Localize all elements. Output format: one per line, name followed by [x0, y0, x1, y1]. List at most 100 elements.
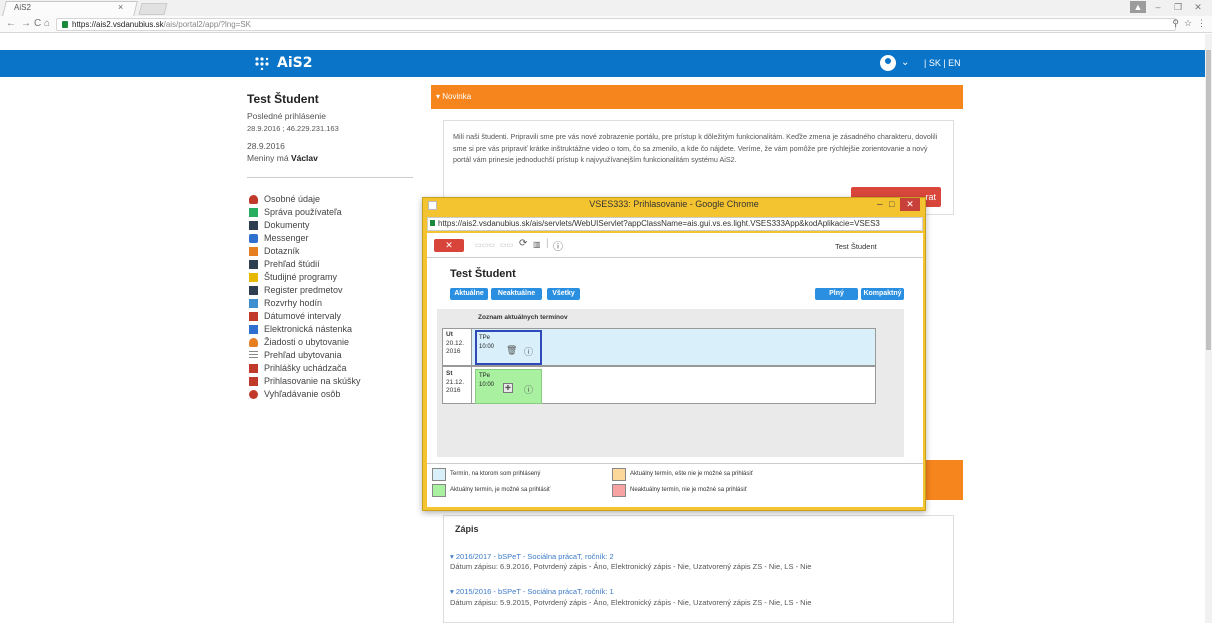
menu-item-prihlasovanie-na-skusky[interactable]: Prihlasovanie na skúšky: [249, 375, 361, 387]
forward-icon[interactable]: →: [21, 18, 31, 29]
legend-text: Neaktuálny termín, nie je možné sa prihl…: [630, 487, 747, 493]
profile-icon[interactable]: ▲: [1130, 1, 1146, 13]
enrollment-link[interactable]: ▾ 2016/2017 - bSPeT - Sociálna prácaT, r…: [450, 552, 614, 561]
menu-item-prehlad-studii[interactable]: Prehľad štúdií: [249, 258, 320, 270]
news-header[interactable]: [431, 85, 963, 109]
extension-icon[interactable]: ⚲: [1172, 18, 1179, 29]
add-icon[interactable]: ✚: [503, 383, 513, 393]
menu-item-rozvrhy-hodin[interactable]: Rozvrhy hodín: [249, 297, 322, 309]
term-time: 10:00: [479, 382, 495, 388]
info-icon[interactable]: ⓘ: [553, 238, 563, 253]
view-compact-button[interactable]: Kompaktný: [861, 288, 904, 300]
url-input[interactable]: https://ais2.vsdanubius.sk/ais/portal2/a…: [56, 18, 1176, 31]
trash-icon[interactable]: 🗑: [506, 345, 517, 356]
popup-title: VSES333: Prihlasovanie - Google Chrome: [589, 199, 759, 209]
page-scrollbar-thumb[interactable]: [1206, 50, 1211, 350]
chart-icon[interactable]: ▥: [533, 240, 541, 249]
noticeboard-icon: [249, 324, 258, 334]
calendar-icon: [249, 298, 258, 308]
address-right-icons: ⚲ ☆ ⋮: [1172, 18, 1206, 29]
language-switcher[interactable]: | SK | EN: [924, 58, 961, 68]
close-icon[interactable]: ✕: [900, 198, 920, 211]
last-login-value: 28.9.2016 ; 46.229.231.163: [247, 124, 339, 133]
menu-icon[interactable]: ⋮: [1197, 18, 1206, 29]
terms-list-title: Zoznam aktuálnych termínov: [478, 314, 568, 321]
document-icon: [249, 220, 258, 230]
browser-tab-title[interactable]: AiS2: [14, 3, 31, 12]
date-range-icon: [249, 311, 258, 321]
users-icon: [249, 207, 258, 217]
url-text[interactable]: https://ais2.vsdanubius.sk/ais/portal2/a…: [72, 20, 251, 29]
user-avatar-head: [885, 58, 891, 64]
person-icon: [249, 194, 258, 204]
info-icon[interactable]: ⓘ: [524, 345, 533, 358]
exam-icon: [249, 376, 258, 386]
menu-item-messenger[interactable]: Messenger: [249, 232, 309, 244]
orange-section-header[interactable]: [920, 460, 963, 500]
minimize-icon[interactable]: –: [1150, 1, 1166, 13]
disabled-toolbar-icon: ▭▭: [500, 242, 514, 249]
close-button[interactable]: ✕: [434, 239, 464, 252]
day-year: 2016: [446, 387, 461, 394]
questionnaire-icon: [249, 246, 258, 256]
menu-item-datumove-intervaly[interactable]: Dátumové intervaly: [249, 310, 341, 322]
maximize-icon[interactable]: □: [889, 199, 894, 209]
toolbar-separator: |: [546, 238, 549, 249]
view-full-button[interactable]: Plný: [815, 288, 858, 300]
register-icon: [249, 285, 258, 295]
home-icon[interactable]: ⌂: [44, 18, 50, 29]
star-icon[interactable]: ☆: [1184, 18, 1192, 29]
day-year: 2016: [446, 348, 461, 355]
close-icon[interactable]: ✕: [1190, 1, 1206, 13]
new-tab-button[interactable]: [138, 3, 168, 15]
legend-swatch: [432, 468, 446, 481]
popup-url-bar[interactable]: https://ais2.vsdanubius.sk/ais/servlets/…: [427, 217, 923, 231]
legend-text: Aktuálny termín, je možné sa prihlásiť: [450, 487, 551, 493]
logo-dots-icon: [255, 57, 269, 70]
day-name: Ut: [446, 331, 453, 338]
window-controls: ▲ – ❐ ✕: [1130, 1, 1206, 13]
menu-item-sprava-pouzivatela[interactable]: Správa používateľa: [249, 206, 342, 218]
menu-item-vyhladavanie-osob[interactable]: Vyhľadávanie osôb: [249, 388, 340, 400]
lock-icon: [430, 220, 435, 226]
filter-all-button[interactable]: Všetky: [547, 288, 580, 300]
tab-close-icon[interactable]: ×: [118, 2, 123, 12]
menu-item-register-predmetov[interactable]: Register predmetov: [249, 284, 343, 296]
news-text: Milí naši študenti. Pripravili sme pre v…: [453, 132, 938, 164]
filter-noncurrent-button[interactable]: Neaktuálne: [491, 288, 542, 300]
popup-user-name: Test Študent: [835, 242, 877, 251]
current-date: 28.9.2016: [247, 141, 285, 151]
last-login-label: Posledné prihlásenie: [247, 111, 326, 121]
app-logo[interactable]: AiS2: [277, 55, 312, 71]
menu-item-prehlad-ubytovania[interactable]: Prehľad ubytovania: [249, 349, 342, 361]
minimize-icon[interactable]: –: [877, 199, 883, 210]
browser-tab-bar: [0, 0, 1212, 16]
legend-text: Aktuálny termín, ešte nie je možné sa pr…: [630, 471, 753, 477]
reload-icon[interactable]: C: [34, 18, 41, 29]
enrollment-link[interactable]: ▾ 2015/2016 - bSPeT - Sociálna prácaT, r…: [450, 587, 614, 596]
menu-item-ziadosti-o-ubytovanie[interactable]: Žiadosti o ubytovanie: [249, 336, 349, 348]
maximize-icon[interactable]: ❐: [1170, 1, 1186, 13]
chevron-down-icon[interactable]: ⌄: [901, 57, 909, 68]
list-icon: [249, 350, 258, 360]
filter-current-button[interactable]: Aktuálne: [450, 288, 488, 300]
studies-icon: [249, 259, 258, 269]
lock-icon: [62, 21, 68, 28]
back-icon[interactable]: ←: [6, 18, 16, 29]
term-name: TPe: [479, 373, 491, 379]
application-icon: [249, 363, 258, 373]
info-icon[interactable]: ⓘ: [524, 383, 533, 396]
refresh-icon[interactable]: ⟳: [519, 238, 527, 249]
menu-item-prihlasky-uchadzaca[interactable]: Prihlášky uchádzača: [249, 362, 347, 374]
menu-item-studijne-programy[interactable]: Študijné programy: [249, 271, 337, 283]
menu-item-osobne-udaje[interactable]: Osobné údaje: [249, 193, 320, 205]
student-name: Test Študent: [247, 92, 319, 106]
menu-item-elektronicka-nastenka[interactable]: Elektronická nástenka: [249, 323, 352, 335]
enrollment-desc: Dátum zápisu: 6.9.2016, Potvrdený zápis …: [450, 562, 812, 571]
menu-item-dokumenty[interactable]: Dokumenty: [249, 219, 310, 231]
enrollment-title: Zápis: [455, 524, 479, 534]
legend-text: Termín, na ktorom som prihlásený: [450, 471, 541, 477]
menu-item-dotaznik[interactable]: Dotazník: [249, 245, 300, 257]
app-header: [0, 50, 1212, 77]
news-title[interactable]: ▾ Novinka: [436, 92, 471, 101]
